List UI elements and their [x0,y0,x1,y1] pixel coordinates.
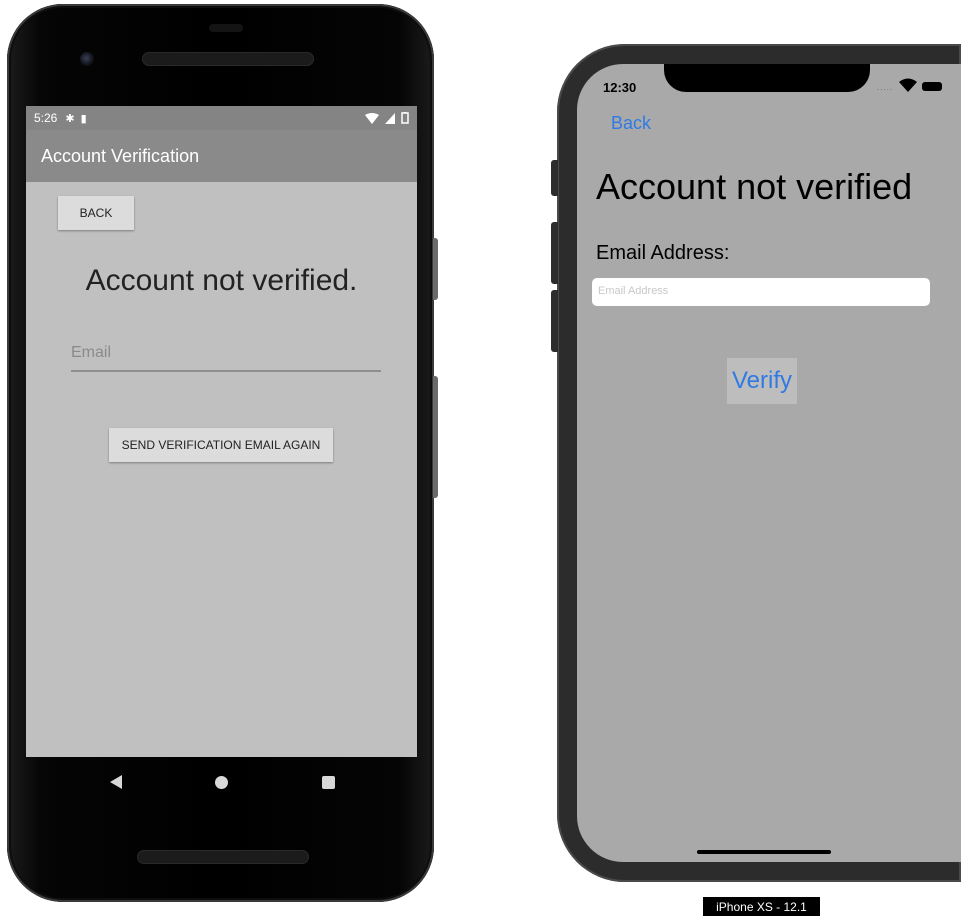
email-input[interactable]: Email Address [592,278,930,306]
android-device-frame: 5:26 ✱ ▮ Account Verification BACK Accou… [7,4,438,902]
iphone-notch [664,64,870,92]
android-power-button [433,238,438,300]
home-icon[interactable] [215,776,228,789]
battery-icon [922,82,942,91]
wifi-icon [365,112,379,124]
email-label: Email Address: [596,242,730,264]
page-title: Account not verified [596,166,913,207]
battery-icon [401,112,409,124]
simulator-device-label: iPhone XS - 12.1 [703,897,820,916]
app-bar-title: Account Verification [41,145,200,166]
back-button[interactable]: BACK [58,196,134,230]
iphone-volume-up-button [551,222,558,284]
email-input[interactable]: Email [71,344,381,372]
android-status-time: 5:26 [34,111,58,125]
back-icon[interactable] [110,775,122,789]
android-navigation-bar [26,757,417,807]
android-screen: 5:26 ✱ ▮ Account Verification BACK Accou… [26,106,417,757]
android-status-bar: 5:26 ✱ ▮ [26,106,417,130]
signal-icon [385,112,395,124]
sd-card-icon: ▮ [80,112,87,125]
android-app-bar: Account Verification [26,130,417,182]
android-bottom-speaker [137,850,309,864]
recents-icon[interactable] [322,776,335,789]
wifi-icon [899,78,917,92]
send-verification-email-button[interactable]: SEND VERIFICATION EMAIL AGAIN [109,428,333,462]
gear-icon: ✱ [65,112,75,125]
iphone-mute-switch [551,160,558,196]
back-link[interactable]: Back [611,113,651,134]
home-indicator[interactable] [697,850,831,854]
android-top-speaker [142,52,314,66]
iphone-screen: 12:30 ..... Back Account not verified Em… [577,64,961,862]
page-title: Account not verified. [85,264,358,297]
verify-button[interactable]: Verify [727,358,797,404]
cellular-signal-icon: ..... [877,83,894,92]
ios-status-time: 12:30 [603,80,637,95]
android-sensor [209,24,243,32]
android-volume-button [433,376,438,498]
iphone-volume-down-button [551,290,558,352]
iphone-device-frame: 12:30 ..... Back Account not verified Em… [551,44,961,882]
front-camera-icon [80,52,94,66]
